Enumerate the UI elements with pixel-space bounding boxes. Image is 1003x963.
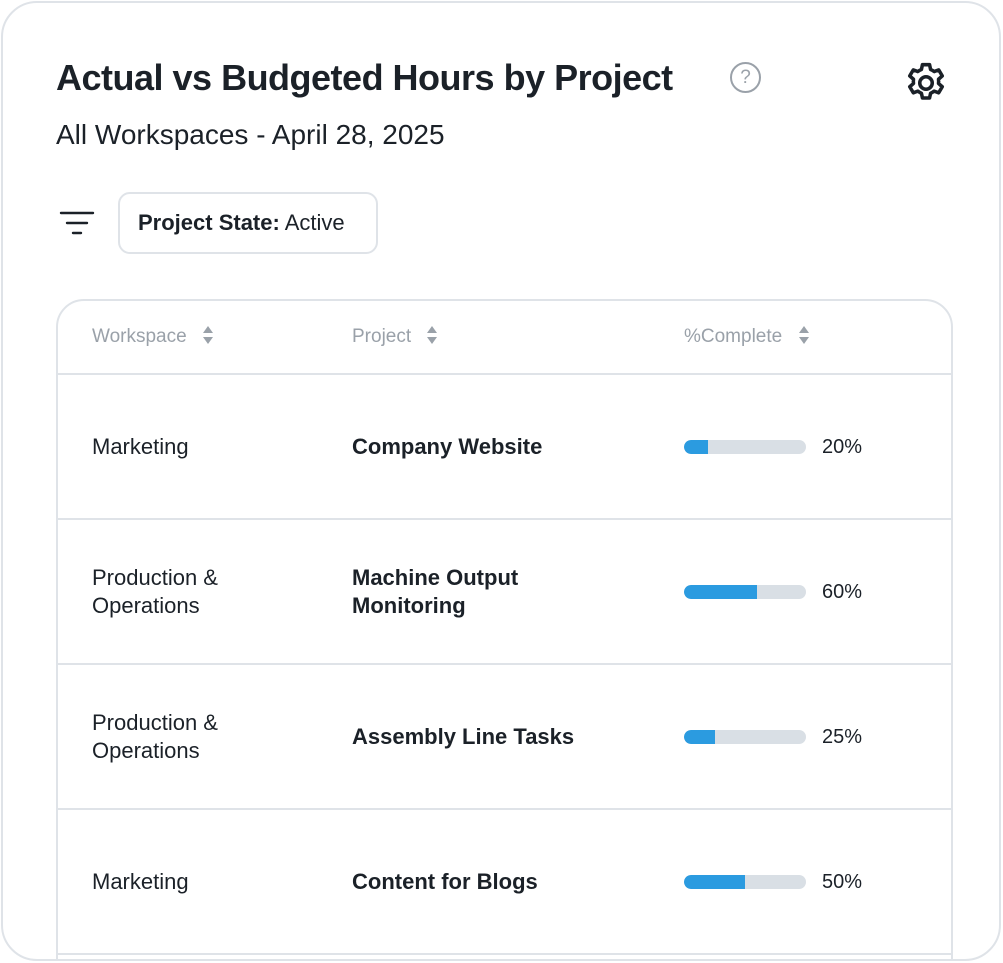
workspace-cell: Marketing bbox=[92, 868, 189, 894]
table-row[interactable]: Production & Operations Assembly Line Ta… bbox=[58, 665, 951, 810]
table-row[interactable]: Marketing Content for Blogs 50% bbox=[58, 810, 951, 955]
sort-icon bbox=[427, 325, 438, 344]
filter-chip-key: Project State: bbox=[138, 210, 280, 235]
column-header-label: %Complete bbox=[684, 326, 783, 347]
percent-label: 20% bbox=[822, 435, 863, 458]
percent-complete-cell: 25% bbox=[684, 665, 924, 808]
filter-chip-value: Active bbox=[284, 210, 345, 235]
workspace-cell: Marketing bbox=[92, 433, 189, 459]
table-row[interactable]: Marketing Company Website 20% bbox=[58, 375, 951, 520]
percent-complete-cell: 20% bbox=[684, 375, 924, 518]
question-circle-icon[interactable]: ? bbox=[730, 62, 761, 93]
progress-bar-fill bbox=[684, 729, 715, 744]
table-row[interactable]: Production & Operations Machine Output M… bbox=[58, 520, 951, 665]
report-card: Actual vs Budgeted Hours by Project ? Al… bbox=[1, 1, 1001, 961]
column-header-workspace[interactable]: Workspace bbox=[92, 301, 214, 373]
workspace-cell: Production & Operations bbox=[92, 709, 218, 763]
progress-bar bbox=[684, 874, 806, 889]
progress-bar bbox=[684, 584, 806, 599]
project-cell: Company Website bbox=[352, 433, 543, 459]
progress-bar bbox=[684, 439, 806, 454]
sort-icon bbox=[798, 325, 809, 344]
percent-label: 25% bbox=[822, 725, 863, 748]
table-header: Workspace Project %Complete bbox=[58, 301, 951, 375]
progress-bar-fill bbox=[684, 439, 709, 454]
gear-icon[interactable] bbox=[901, 58, 951, 108]
column-header-percent-complete[interactable]: %Complete bbox=[684, 301, 810, 373]
project-cell: Machine Output Monitoring bbox=[352, 564, 519, 618]
projects-table: Workspace Project %Complete Marketing Co… bbox=[56, 299, 953, 959]
column-header-label: Project bbox=[352, 326, 412, 347]
project-cell: Assembly Line Tasks bbox=[352, 723, 575, 749]
sort-icon bbox=[202, 325, 213, 344]
filter-lines-icon[interactable] bbox=[59, 209, 95, 237]
progress-bar-fill bbox=[684, 874, 745, 889]
page-subtitle: All Workspaces - April 28, 2025 bbox=[56, 119, 445, 150]
progress-bar-fill bbox=[684, 584, 758, 599]
progress-bar bbox=[684, 729, 806, 744]
percent-label: 60% bbox=[822, 580, 863, 603]
column-header-project[interactable]: Project bbox=[352, 301, 438, 373]
percent-label: 50% bbox=[822, 870, 863, 893]
workspace-cell: Production & Operations bbox=[92, 564, 218, 618]
percent-complete-cell: 60% bbox=[684, 520, 924, 663]
project-cell: Content for Blogs bbox=[352, 868, 538, 894]
filter-chip-project-state[interactable]: Project State: Active bbox=[118, 192, 378, 254]
column-header-label: Workspace bbox=[92, 326, 187, 347]
percent-complete-cell: 50% bbox=[684, 810, 924, 953]
page-title: Actual vs Budgeted Hours by Project bbox=[56, 57, 673, 98]
